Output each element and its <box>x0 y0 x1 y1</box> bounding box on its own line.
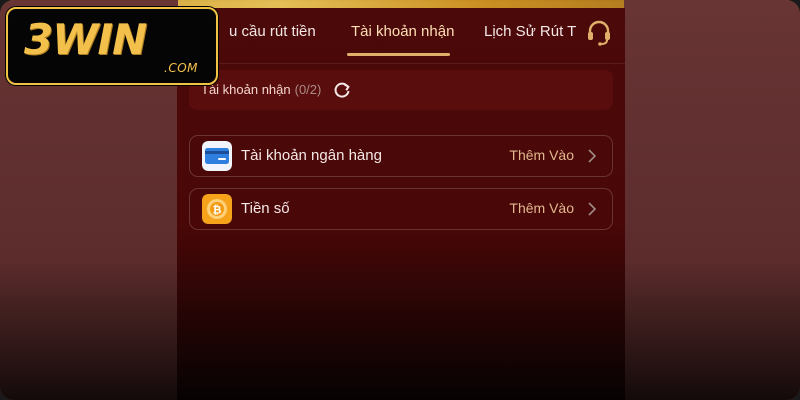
app-frame: u cầu rút tiền Tài khoản nhận Lịch Sử Rú… <box>0 0 800 400</box>
add-crypto-account-button[interactable]: Thêm Vào <box>509 200 574 216</box>
accounts-title: Tài khoản nhận (0/2) <box>201 82 321 97</box>
accounts-count: (0/2) <box>294 82 322 97</box>
svg-text:₿: ₿ <box>213 204 222 217</box>
tab-withdraw-request[interactable]: u cầu rút tiền <box>229 23 316 40</box>
refresh-icon[interactable] <box>332 80 352 100</box>
bank-account-label: Tài khoản ngân hàng <box>241 147 382 164</box>
receiving-accounts-header: Tài khoản nhận (0/2) <box>189 70 613 110</box>
chevron-right-icon <box>588 149 597 163</box>
tab-bar: u cầu rút tiền Tài khoản nhận Lịch Sử Rú… <box>177 8 625 64</box>
tab-withdraw-history[interactable]: Lịch Sử Rút T <box>484 23 576 40</box>
active-tab-indicator <box>347 53 450 56</box>
add-bank-account-button[interactable]: Thêm Vào <box>509 147 574 163</box>
tab-receiving-account[interactable]: Tài khoản nhận <box>351 23 454 40</box>
crypto-account-row[interactable]: ₿ Tiền số Thêm Vào <box>189 188 613 230</box>
brand-logo-domain: .COM <box>164 61 198 75</box>
accounts-title-text: Tài khoản nhận <box>201 82 291 97</box>
withdraw-screen: u cầu rút tiền Tài khoản nhận Lịch Sử Rú… <box>177 8 625 400</box>
headset-support-icon[interactable] <box>584 18 614 48</box>
bank-account-row[interactable]: Tài khoản ngân hàng Thêm Vào <box>189 135 613 177</box>
bank-card-icon <box>202 141 232 171</box>
right-backdrop <box>624 0 800 400</box>
crypto-coin-icon: ₿ <box>202 194 232 224</box>
crypto-account-label: Tiền số <box>241 200 290 217</box>
brand-logo: 3WIN .COM <box>6 7 218 85</box>
chevron-right-icon <box>588 202 597 216</box>
brand-logo-text: 3WIN <box>24 15 147 64</box>
